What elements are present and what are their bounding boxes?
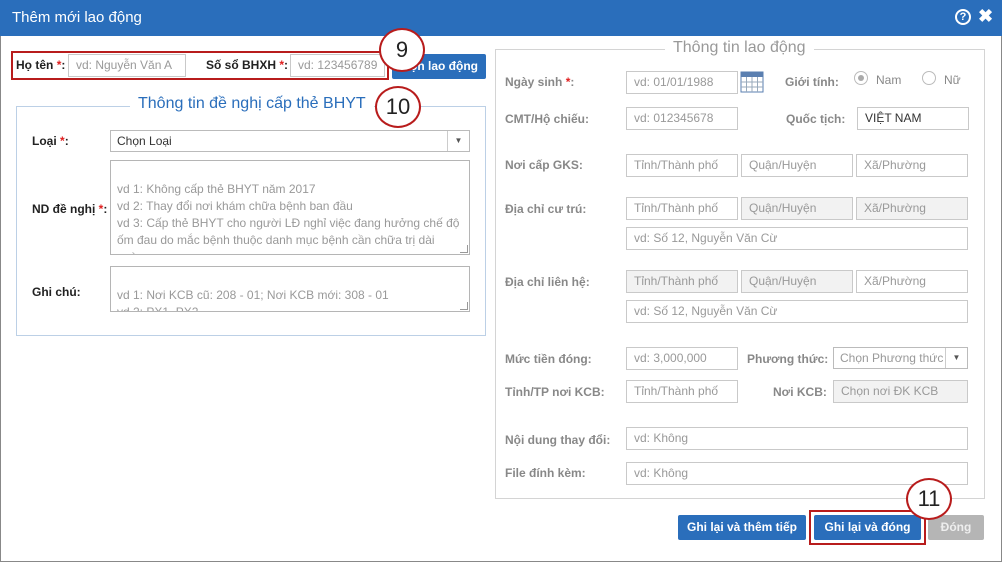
lien-he-tinh-input[interactable]: Tỉnh/Thành phố [626,270,738,293]
callout-10: 10 [375,86,421,128]
cmt-label: CMT/Hộ chiếu: [505,112,589,126]
callout-9: 9 [379,28,425,72]
noi-cap-quan-input[interactable]: Quận/Huyện [741,154,853,177]
muc-tien-dong-label: Mức tiền đóng: [505,352,592,366]
loai-select[interactable]: Chọn Loại ▼ [110,130,470,152]
cu-tru-xa-input[interactable]: Xã/Phường [856,197,968,220]
tinh-kcb-label: Tỉnh/TP nơi KCB: [505,385,605,399]
nd-de-nghi-label: ND đề nghị *: [32,202,108,216]
chevron-down-icon: ▼ [447,131,469,151]
ngay-sinh-input[interactable]: vd: 01/01/1988 [626,71,738,94]
noi-kcb-label: Nơi KCB: [773,385,827,399]
loai-label: Loại *: [32,134,69,148]
noi-cap-tinh-input[interactable]: Tỉnh/Thành phố [626,154,738,177]
cu-tru-quan-input[interactable]: Quận/Huyện [741,197,853,220]
loai-selected: Chọn Loại [117,134,172,148]
tinh-kcb-input[interactable]: Tỉnh/Thành phố [626,380,738,403]
ho-ten-input[interactable]: vd: Nguyễn Văn A [68,54,186,77]
help-icon[interactable]: ? [955,9,971,25]
nam-label: Nam [876,73,902,87]
close-icon[interactable]: ✖ [978,6,993,27]
phuong-thuc-label: Phương thức: [747,352,829,366]
lien-he-quan-input[interactable]: Quận/Huyện [741,270,853,293]
dia-chi-lien-he-label: Địa chỉ liên hệ: [505,275,590,289]
nd-de-nghi-placeholder: vd 1: Không cấp thẻ BHYT năm 2017 vd 2: … [117,182,460,254]
nu-label: Nữ [944,73,961,87]
cu-tru-so-nha-input[interactable]: vd: Số 12, Nguyễn Văn Cừ [626,227,968,250]
save-and-close-button[interactable]: Ghi lại và đóng [814,515,921,540]
save-and-new-button[interactable]: Ghi lại và thêm tiếp [678,515,806,540]
cmt-input[interactable]: vd: 012345678 [626,107,738,130]
dialog-title: Thêm mới lao động [12,9,142,26]
ghi-chu-textarea[interactable]: vd 1: Nơi KCB cũ: 208 - 01; Nơi KCB mới:… [110,266,470,312]
lao-dong-legend: Thông tin lao động [665,39,814,57]
nd-de-nghi-textarea[interactable]: vd 1: Không cấp thẻ BHYT năm 2017 vd 2: … [110,160,470,255]
noi-cap-xa-input[interactable]: Xã/Phường [856,154,968,177]
noi-cap-gks-label: Nơi cấp GKS: [505,158,583,172]
gioi-tinh-label: Giới tính: [785,75,839,89]
calendar-icon[interactable] [740,71,764,93]
quoc-tich-label: Quốc tịch: [786,112,846,126]
phuong-thuc-selected: Chọn Phương thức [840,351,944,365]
ghi-chu-placeholder: vd 1: Nơi KCB cũ: 208 - 01; Nơi KCB mới:… [117,288,389,312]
noi-dung-thay-doi-label: Nội dung thay đổi: [505,433,611,447]
ho-ten-label: Họ tên *: [16,58,66,72]
callout-11: 11 [906,478,952,520]
cu-tru-tinh-input[interactable]: Tỉnh/Thành phố [626,197,738,220]
dia-chi-cu-tru-label: Địa chỉ cư trú: [505,202,587,216]
lien-he-so-nha-input[interactable]: vd: Số 12, Nguyễn Văn Cừ [626,300,968,323]
so-bhxh-input[interactable]: vd: 123456789 [290,54,385,77]
resize-grip-icon[interactable] [460,302,468,310]
radio-nam[interactable] [854,71,868,85]
so-bhxh-label: Số sổ BHXH *: [206,58,289,72]
radio-nu[interactable] [922,71,936,85]
ghi-chu-label: Ghi chú: [32,285,81,299]
muc-tien-dong-input[interactable]: vd: 3,000,000 [626,347,738,370]
ngay-sinh-label: Ngày sinh *: [505,75,575,89]
noi-dung-thay-doi-input[interactable]: vd: Không [626,427,968,450]
bhyt-legend: Thông tin đề nghị cấp thẻ BHYT [130,95,374,113]
noi-kcb-input[interactable]: Chọn nơi ĐK KCB [833,380,968,403]
resize-grip-icon[interactable] [460,245,468,253]
lien-he-xa-input[interactable]: Xã/Phường [856,270,968,293]
chevron-down-icon: ▼ [945,348,967,368]
file-dinh-kem-label: File đính kèm: [505,466,586,480]
phuong-thuc-select[interactable]: Chọn Phương thức ▼ [833,347,968,369]
quoc-tich-input[interactable]: VIỆT NAM [857,107,969,130]
dialog-titlebar: Thêm mới lao động ? ✖ [0,0,1002,36]
